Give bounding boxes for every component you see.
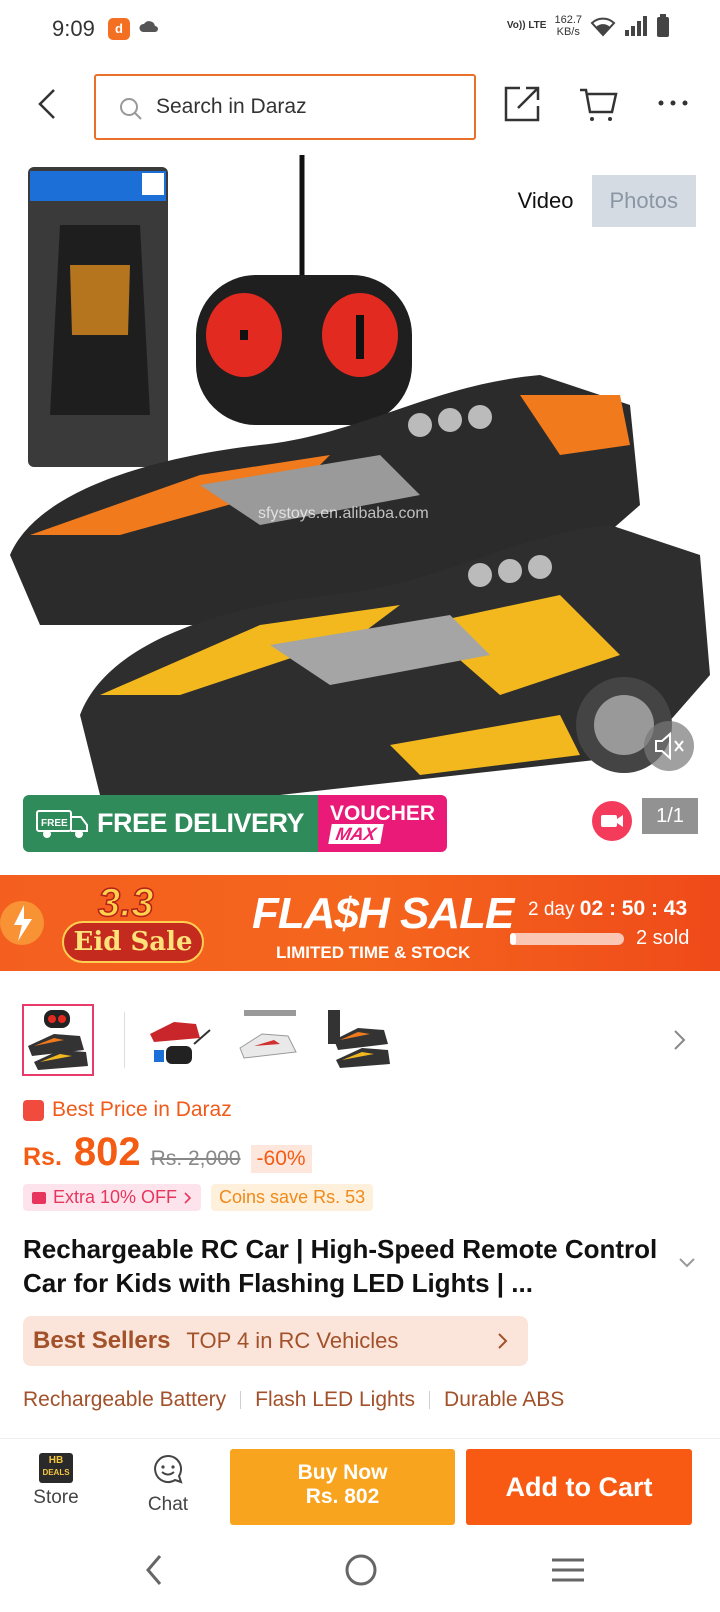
search-icon [120, 98, 142, 120]
share-icon[interactable] [502, 84, 542, 124]
chat-button[interactable]: Chat [140, 1453, 196, 1516]
tab-photos[interactable]: Photos [591, 175, 696, 227]
best-sellers-label: Best Sellers [33, 1327, 171, 1354]
best-price-icon [23, 1099, 44, 1121]
battery-icon [657, 14, 669, 37]
product-title: Rechargeable RC Car | High-Speed Remote … [23, 1234, 658, 1298]
daraz-app-icon: d [108, 18, 130, 40]
chevron-right-icon [184, 1191, 192, 1204]
cloud-icon [139, 21, 158, 32]
thumbnail-1-image [24, 1006, 92, 1074]
thumbnail-3[interactable] [234, 1004, 306, 1076]
search-placeholder: Search in Daraz [156, 95, 307, 118]
buy-now-label: Buy Now [297, 1461, 388, 1484]
speaker-muted-icon [655, 731, 684, 761]
media-counter: 1/1 [642, 798, 698, 834]
flash-sale-title: FLA$H SALE [252, 889, 514, 938]
bottom-action-bar: HB DEALS Store Chat Buy Now Rs. 802 Add … [0, 1438, 720, 1528]
best-sellers-rank: TOP 4 in RC Vehicles [186, 1328, 399, 1353]
sold-progress-fill [510, 933, 516, 945]
back-arrow-icon[interactable] [30, 86, 66, 122]
thumbnail-2-image [144, 1004, 216, 1076]
best-price-label: Best Price in Daraz [52, 1098, 232, 1121]
mute-button[interactable] [644, 721, 694, 771]
video-camera-icon [601, 815, 623, 827]
price-currency: Rs. [23, 1143, 62, 1171]
store-label: Store [33, 1487, 79, 1508]
buy-now-price: Rs. 802 [305, 1485, 380, 1508]
thumbnail-4-image [324, 1004, 396, 1076]
signal-icon [625, 16, 647, 36]
video-play-icon[interactable] [592, 801, 632, 841]
thumbnail-separator [124, 1012, 125, 1068]
nav-back-icon[interactable] [140, 1552, 170, 1588]
discount-badge: -60% [250, 1145, 312, 1173]
more-icon[interactable] [656, 86, 690, 120]
flash-sale-subtitle: LIMITED TIME & STOCK [276, 943, 471, 962]
top-header: Search in Daraz [0, 66, 720, 146]
chat-icon [154, 1454, 183, 1484]
chevron-down-icon[interactable] [678, 1256, 696, 1270]
network-speed: 162.7 KB/s [554, 14, 582, 38]
sold-progress-bar [510, 933, 624, 945]
free-badge-small: FREE [41, 818, 68, 829]
best-sellers-banner[interactable]: Best Sellers TOP 4 in RC Vehicles [23, 1316, 528, 1366]
tab-video[interactable]: Video [500, 175, 592, 227]
extra-off-label: Extra 10% OFF [53, 1187, 178, 1207]
voucher-text: VOUCHER [330, 801, 436, 825]
best-price-tag: Best Price in Daraz [23, 1098, 232, 1122]
free-delivery-text: FREE DELIVERY [97, 808, 305, 838]
eid-sale-number: 3.3 [97, 880, 154, 926]
network-type: Vo)) LTE [506, 20, 547, 31]
media-tabs: Video Photos [500, 175, 696, 227]
lightning-icon [0, 901, 44, 945]
status-indicators: Vo)) LTE 162.7 KB/s [507, 14, 670, 38]
flash-sale-timer: 2 day 02 : 50 : 43 [528, 897, 688, 920]
thumbnail-strip [22, 1004, 702, 1078]
feature-tags: Rechargeable Battery Flash LED Lights Du… [23, 1388, 564, 1412]
eid-sale-label: Eid Sale [62, 921, 204, 963]
nav-home-icon[interactable] [343, 1552, 379, 1588]
free-delivery-section: FREE FREE DELIVERY [23, 795, 319, 852]
status-bar: 9:09 d Vo)) LTE 162.7 KB/s [0, 0, 720, 60]
voucher-icon [32, 1191, 46, 1204]
price-value: 802 [73, 1130, 141, 1174]
chat-label: Chat [147, 1494, 189, 1515]
delivery-truck-icon: FREE [36, 809, 88, 838]
store-logo: HB DEALS [39, 1453, 73, 1483]
chevron-right-icon[interactable] [670, 1026, 690, 1054]
extra-off-voucher[interactable]: Extra 10% OFF [23, 1184, 202, 1211]
store-button[interactable]: HB DEALS Store [28, 1453, 84, 1509]
divider [240, 1391, 242, 1409]
image-watermark: sfystoys.en.alibaba.com [258, 505, 429, 522]
voucher-max-text: MAX [328, 823, 384, 844]
coins-save-tag: Coins save Rs. 53 [211, 1184, 374, 1211]
thumbnail-2[interactable] [144, 1004, 216, 1076]
free-delivery-badge: FREE FREE DELIVERY VOUCHER MAX [23, 795, 448, 852]
chevron-right-icon [498, 1333, 508, 1349]
add-to-cart-button[interactable]: Add to Cart [466, 1449, 692, 1525]
original-price: Rs. 2,000 [150, 1147, 241, 1170]
nav-recents-icon[interactable] [550, 1556, 586, 1584]
thumbnail-1[interactable] [22, 1004, 94, 1076]
product-gallery[interactable]: Video Photos sfystoys.en.alibaba.com FRE… [0, 155, 720, 875]
thumbnail-4[interactable] [324, 1004, 396, 1076]
feature-tag: Flash LED Lights [255, 1388, 416, 1411]
price-row: Rs. 802 Rs. 2,000 -60% [23, 1130, 312, 1175]
buy-now-button[interactable]: Buy Now Rs. 802 [230, 1449, 455, 1525]
status-time: 9:09 [52, 16, 95, 41]
divider [429, 1391, 431, 1409]
sold-count: 2 sold [636, 927, 690, 949]
promo-row: Extra 10% OFF Coins save Rs. 53 [23, 1184, 374, 1211]
search-input[interactable]: Search in Daraz [94, 74, 476, 140]
voucher-max-section: VOUCHER MAX [318, 795, 448, 852]
wifi-icon [590, 17, 616, 37]
feature-tag: Rechargeable Battery [23, 1388, 227, 1411]
cart-icon[interactable] [578, 84, 618, 124]
flash-sale-banner[interactable]: 3.3 Eid Sale FLA$H SALE LIMITED TIME & S… [0, 875, 720, 971]
feature-tag: Durable ABS [444, 1388, 565, 1411]
thumbnail-3-image [234, 1004, 306, 1076]
system-nav-bar [0, 1530, 720, 1612]
